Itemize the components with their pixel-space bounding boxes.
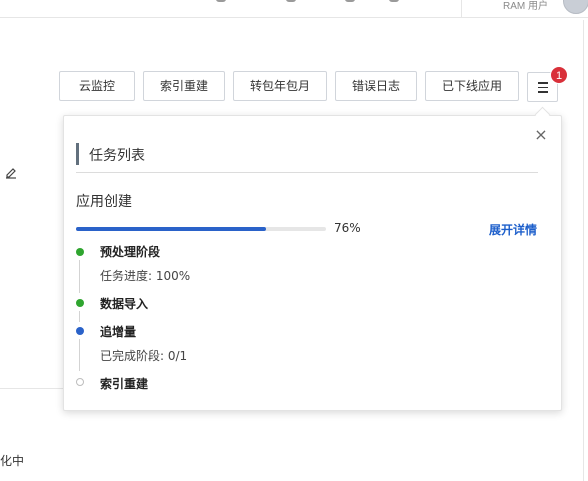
step-connector (79, 339, 80, 371)
header-icon[interactable] (286, 0, 296, 2)
step-detail: 任务进度: 100% (100, 269, 191, 283)
avatar[interactable] (563, 0, 588, 14)
step-label: 索引重建 (100, 377, 149, 391)
step-status-dot (76, 299, 84, 307)
error-log-button[interactable]: 错误日志 (335, 71, 417, 101)
header-icon[interactable] (345, 0, 355, 2)
switch-subscription-button[interactable]: 转包年包月 (233, 71, 327, 101)
expand-details-link[interactable]: 展开详情 (489, 221, 537, 238)
notification-badge: 1 (550, 66, 568, 84)
title-accent-bar (76, 143, 79, 165)
step-connector (79, 311, 80, 322)
step-status-dot (76, 378, 84, 386)
task-name: 应用创建 (76, 194, 132, 210)
header-icon[interactable] (216, 0, 226, 2)
divider (0, 388, 70, 389)
step-status-dot (76, 327, 84, 335)
step-connector (79, 260, 80, 293)
user-type-label: RAM 用户 (503, 1, 548, 12)
progress-percent-label: 76% (334, 221, 361, 235)
progress-fill (76, 227, 266, 231)
top-header: RAM 用户 (0, 0, 588, 18)
rebuild-index-button[interactable]: 索引重建 (143, 71, 225, 101)
step-status-dot (76, 248, 84, 256)
step-detail: 已完成阶段: 0/1 (100, 349, 188, 363)
panel-edge (583, 20, 584, 481)
status-text: 化中 (0, 454, 25, 468)
header-divider (461, 0, 462, 17)
header-icon[interactable] (389, 0, 399, 2)
popover-title: 任务列表 (89, 148, 145, 164)
title-divider (76, 172, 538, 173)
step-label: 预处理阶段 (100, 245, 161, 259)
offline-apps-button[interactable]: 已下线应用 (425, 71, 519, 101)
step-label: 追增量 (100, 325, 137, 339)
close-icon[interactable]: × (534, 127, 548, 143)
edit-icon[interactable] (4, 165, 18, 179)
task-progress-bar (76, 227, 326, 231)
cloud-monitor-button[interactable]: 云监控 (59, 71, 135, 101)
step-label: 数据导入 (100, 297, 149, 311)
